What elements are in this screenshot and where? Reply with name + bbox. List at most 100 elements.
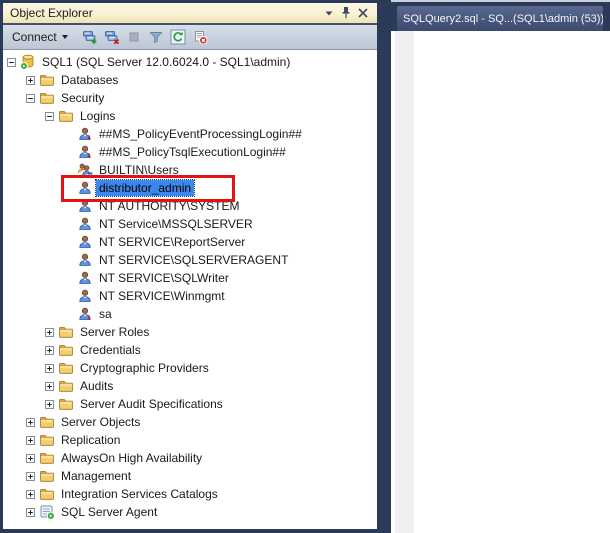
chevron-down-icon bbox=[61, 35, 68, 39]
panel-splitter[interactable] bbox=[377, 0, 391, 531]
expander-plus-icon[interactable] bbox=[45, 345, 54, 355]
pin-icon bbox=[338, 5, 354, 21]
folder-icon bbox=[39, 450, 55, 466]
tree-item-nt-service-sqlserveragent[interactable]: NT SERVICE\SQLSERVERAGENT bbox=[3, 251, 377, 269]
tab-sqlquery2[interactable]: SQLQuery2.sql - SQ...(SQL1\admin (53)) bbox=[396, 5, 604, 31]
tree-item-label: Logins bbox=[80, 109, 116, 123]
tree-item-ms-policyeventprocessinglogin[interactable]: ##MS_PolicyEventProcessingLogin## bbox=[3, 125, 377, 143]
tree-item-label: ##MS_PolicyTsqlExecutionLogin## bbox=[99, 145, 286, 159]
tree-item-label: ##MS_PolicyEventProcessingLogin## bbox=[99, 127, 302, 141]
tree-item-sql-server-agent[interactable]: SQL Server Agent bbox=[3, 503, 377, 521]
expander-plus-icon[interactable] bbox=[26, 435, 35, 445]
tree-item-label: NT AUTHORITY\SYSTEM bbox=[99, 199, 240, 213]
tree-item-nt-service-reportserver[interactable]: NT SERVICE\ReportServer bbox=[3, 233, 377, 251]
object-explorer-titlebar[interactable]: Object Explorer bbox=[3, 3, 377, 25]
stop-script-button[interactable] bbox=[192, 28, 212, 46]
panel-title: Object Explorer bbox=[10, 6, 93, 20]
user-icon bbox=[77, 270, 93, 286]
folder-icon bbox=[39, 432, 55, 448]
tree-item-label: NT SERVICE\Winmgmt bbox=[99, 289, 225, 303]
tree-item-sql1-sql-server-12-0-6024-0-sql1-admin[interactable]: SQL1 (SQL Server 12.0.6024.0 - SQL1\admi… bbox=[3, 53, 377, 71]
expander-plus-icon[interactable] bbox=[26, 417, 35, 427]
tree-item-label: NT Service\MSSQLSERVER bbox=[99, 217, 253, 231]
refresh-button[interactable] bbox=[170, 28, 190, 46]
tree-item-server-audit-specifications[interactable]: Server Audit Specifications bbox=[3, 395, 377, 413]
connect-object-explorer-button[interactable] bbox=[82, 28, 102, 46]
user-disabled-icon bbox=[77, 306, 93, 322]
server-icon bbox=[20, 54, 36, 70]
expander-minus-icon[interactable] bbox=[45, 111, 54, 121]
tree-item-label: distributor_admin bbox=[94, 179, 196, 197]
tree-item-distributor-admin[interactable]: distributor_admin bbox=[3, 179, 377, 197]
tree-item-ms-policytsqlexecutionlogin[interactable]: ##MS_PolicyTsqlExecutionLogin## bbox=[3, 143, 377, 161]
tree-item-alwayson-high-availability[interactable]: AlwaysOn High Availability bbox=[3, 449, 377, 467]
folder-icon bbox=[39, 486, 55, 502]
folder-icon bbox=[58, 360, 74, 376]
tree-item-management[interactable]: Management bbox=[3, 467, 377, 485]
expander-plus-icon[interactable] bbox=[45, 399, 54, 409]
user-icon bbox=[77, 288, 93, 304]
stop-square-icon bbox=[126, 29, 142, 45]
object-explorer-toolbar: Connect bbox=[3, 25, 377, 50]
tree-item-credentials[interactable]: Credentials bbox=[3, 341, 377, 359]
tree-item-nt-authority-system[interactable]: NT AUTHORITY\SYSTEM bbox=[3, 197, 377, 215]
document-well: SQLQuery2.sql - SQ...(SQL1\admin (53)) bbox=[391, 0, 610, 533]
pin-button[interactable] bbox=[339, 5, 356, 21]
expander-plus-icon[interactable] bbox=[26, 75, 35, 85]
expander-plus-icon[interactable] bbox=[26, 453, 35, 463]
tree-item-server-roles[interactable]: Server Roles bbox=[3, 323, 377, 341]
tree-item-label: AlwaysOn High Availability bbox=[61, 451, 203, 465]
expander-plus-icon[interactable] bbox=[26, 507, 35, 517]
folder-icon bbox=[39, 72, 55, 88]
tree-item-builtin-users[interactable]: BUILTIN\Users bbox=[3, 161, 377, 179]
tree-item-audits[interactable]: Audits bbox=[3, 377, 377, 395]
expander-plus-icon[interactable] bbox=[26, 489, 35, 499]
close-button[interactable] bbox=[356, 5, 373, 21]
disconnect-button[interactable] bbox=[104, 28, 124, 46]
refresh-icon bbox=[170, 29, 186, 45]
connect-dropdown-button[interactable]: Connect bbox=[9, 28, 74, 46]
filter-button[interactable] bbox=[148, 28, 168, 46]
tree-item-sa[interactable]: sa bbox=[3, 305, 377, 323]
filter-funnel-icon bbox=[148, 29, 164, 45]
tree-item-nt-service-winmgmt[interactable]: NT SERVICE\Winmgmt bbox=[3, 287, 377, 305]
folder-icon bbox=[58, 324, 74, 340]
tree-item-label: Databases bbox=[61, 73, 119, 87]
folder-icon bbox=[39, 468, 55, 484]
disconnect-server-icon bbox=[104, 29, 120, 45]
expander-plus-icon[interactable] bbox=[45, 327, 54, 337]
tree-item-nt-service-mssqlserver[interactable]: NT Service\MSSQLSERVER bbox=[3, 215, 377, 233]
tree-item-databases[interactable]: Databases bbox=[3, 71, 377, 89]
tree-item-server-objects[interactable]: Server Objects bbox=[3, 413, 377, 431]
object-explorer-tree[interactable]: SQL1 (SQL Server 12.0.6024.0 - SQL1\admi… bbox=[3, 50, 377, 529]
editor-surface[interactable] bbox=[391, 31, 610, 533]
tree-item-security[interactable]: Security bbox=[3, 89, 377, 107]
expander-plus-icon[interactable] bbox=[45, 363, 54, 373]
tree-item-label: SQL Server Agent bbox=[61, 505, 158, 519]
expander-plus-icon[interactable] bbox=[26, 471, 35, 481]
tree-item-label: Server Objects bbox=[61, 415, 141, 429]
tree-item-integration-services-catalogs[interactable]: Integration Services Catalogs bbox=[3, 485, 377, 503]
expander-plus-icon[interactable] bbox=[45, 381, 54, 391]
tree-item-label: Security bbox=[61, 91, 105, 105]
stop-button[interactable] bbox=[126, 28, 146, 46]
tree-item-logins[interactable]: Logins bbox=[3, 107, 377, 125]
folder-icon bbox=[39, 414, 55, 430]
tree-item-nt-service-sqlwriter[interactable]: NT SERVICE\SQLWriter bbox=[3, 269, 377, 287]
tree-item-cryptographic-providers[interactable]: Cryptographic Providers bbox=[3, 359, 377, 377]
tree-item-replication[interactable]: Replication bbox=[3, 431, 377, 449]
expander-minus-icon[interactable] bbox=[26, 93, 35, 103]
window-position-button[interactable] bbox=[322, 5, 339, 21]
folder-icon bbox=[39, 90, 55, 106]
expander-minus-icon[interactable] bbox=[7, 57, 16, 67]
